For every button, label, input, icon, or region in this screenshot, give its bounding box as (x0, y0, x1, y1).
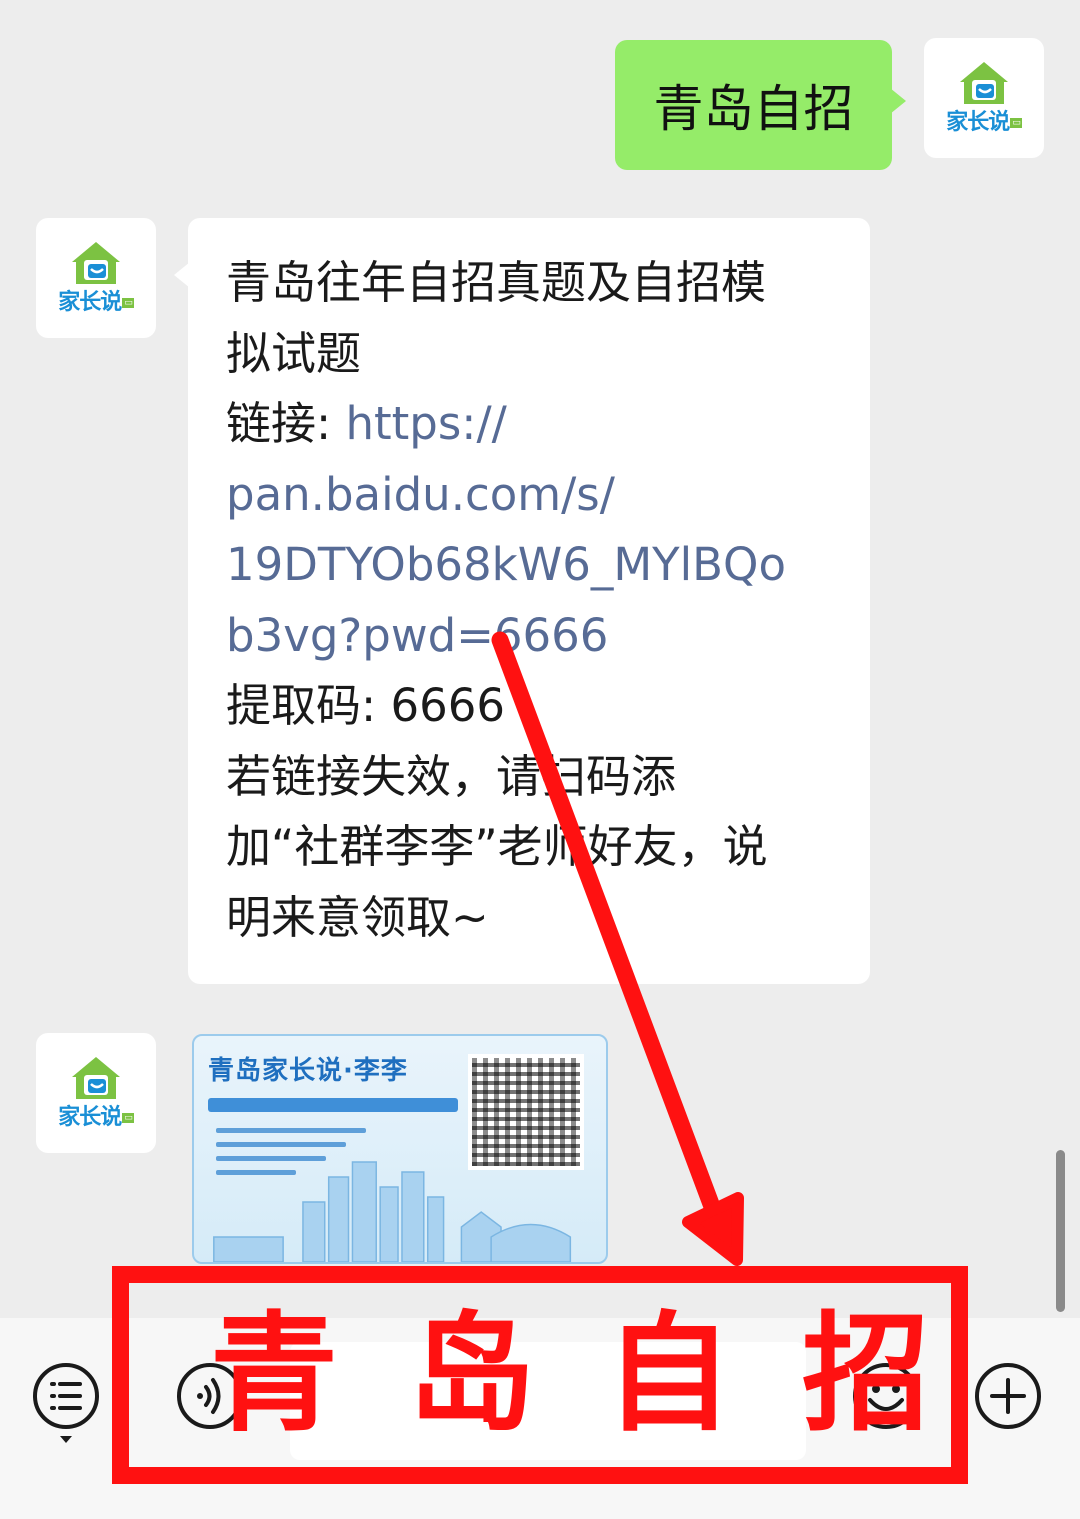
message-line: 若链接失效，请扫码添 (226, 749, 677, 803)
overlay-caption: 青 岛 自 招 (210, 1300, 930, 1450)
card-title: 青岛家长说·李李 (208, 1056, 408, 1086)
download-link[interactable]: b3vg?pwd=6666 (226, 609, 608, 662)
message-line: pan.baidu.com/s/ (226, 460, 840, 531)
contact-avatar[interactable]: 家长说 ▭ (36, 1033, 156, 1153)
house-logo-icon (72, 242, 120, 284)
message-line: 青岛往年自招真题及自招模 (226, 256, 767, 309)
plus-icon[interactable] (974, 1362, 1042, 1430)
incoming-message-bubble[interactable]: 青岛往年自招真题及自招模 拟试题 链接: https:// pan.baidu.… (174, 218, 870, 984)
scrollbar-thumb[interactable] (1056, 1150, 1065, 1312)
card-banner (208, 1098, 458, 1112)
overlay-char: 招 (801, 1300, 930, 1449)
outgoing-message-bubble[interactable]: 青岛自招 (615, 40, 906, 170)
overlay-char: 岛 (407, 1300, 536, 1449)
sender-avatar[interactable]: 家长说 ▭ (924, 38, 1044, 158)
house-logo-icon (960, 62, 1008, 104)
download-link[interactable]: https:// (345, 397, 506, 450)
avatar-brand: 家长说 ▭ (58, 290, 134, 315)
download-link[interactable]: pan.baidu.com/s/ (226, 468, 615, 521)
message-line: 提取码: 6666 (226, 679, 505, 732)
contact-card-image[interactable]: 青岛家长说·李李 (192, 1034, 608, 1264)
message-line: 加“社群李李”老师好友，说 (226, 820, 768, 873)
avatar-brand: 家长说 ▭ (946, 110, 1022, 135)
message-line: 拟试题 (226, 326, 362, 380)
avatar-brand: 家长说 ▭ (58, 1105, 134, 1130)
message-line: 19DTYOb68kW6_MYlBQo (226, 530, 840, 601)
overlay-char: 自 (604, 1300, 733, 1449)
overlay-char: 青 (210, 1300, 339, 1449)
house-logo-icon (72, 1057, 120, 1099)
message-line: 明来意领取~ (226, 890, 489, 944)
list-menu-icon[interactable] (32, 1362, 100, 1446)
contact-avatar[interactable]: 家长说 ▭ (36, 218, 156, 338)
message-line: b3vg?pwd=6666 (226, 601, 840, 672)
message-line: 链接: https:// (226, 397, 507, 450)
outgoing-message-text: 青岛自招 (653, 80, 854, 138)
city-skyline-icon (213, 1161, 572, 1262)
card-text-line (216, 1128, 366, 1133)
download-link[interactable]: 19DTYOb68kW6_MYlBQo (226, 538, 786, 591)
